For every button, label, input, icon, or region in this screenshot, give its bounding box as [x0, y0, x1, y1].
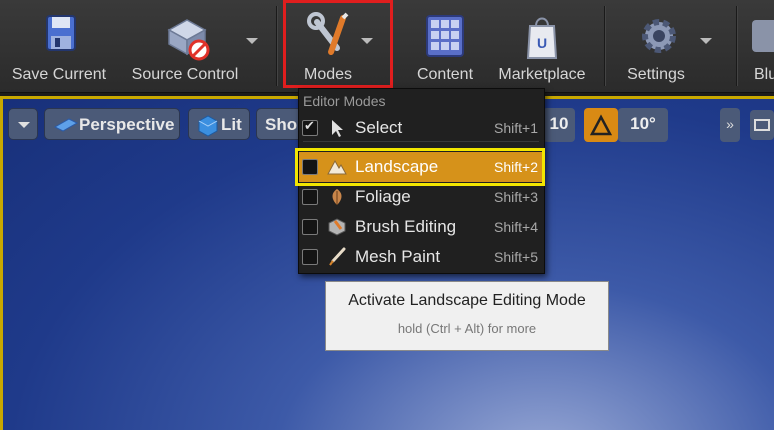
source-control-label: Source Control — [131, 66, 239, 83]
paintbrush-icon — [329, 247, 346, 266]
tooltip-subtitle: hold (Ctrl + Alt) for more — [397, 321, 537, 336]
main-toolbar: Save Current Source Control Modes Conten… — [0, 0, 774, 93]
cursor-icon — [332, 120, 343, 137]
show-button[interactable]: Sho — [256, 108, 304, 140]
blueprints-button[interactable]: Blu — [744, 0, 774, 90]
chevron-down-icon — [18, 122, 30, 128]
menu-item-label: Brush Editing — [355, 217, 457, 236]
menu-item-foliage[interactable]: Foliage Shift+3 — [299, 182, 544, 212]
source-control-icon — [167, 19, 210, 61]
menu-header: Editor Modes — [303, 93, 386, 109]
maximize-icon — [754, 119, 770, 131]
angle-icon — [589, 114, 613, 136]
content-grid-icon — [426, 15, 464, 57]
source-control-button[interactable]: Source Control — [124, 0, 246, 90]
menu-item-mesh-paint[interactable]: Mesh Paint Shift+5 — [299, 242, 544, 272]
landscape-tooltip: Activate Landscape Editing Mode hold (Ct… — [325, 281, 609, 351]
content-label: Content — [416, 66, 474, 83]
blueprint-icon — [752, 20, 774, 52]
more-options-button[interactable]: » — [720, 108, 740, 142]
perspective-icon — [53, 118, 79, 132]
perspective-label: Perspective — [79, 115, 175, 134]
menu-item-shortcut: Shift+1 — [494, 120, 538, 136]
toolbar-separator — [604, 6, 605, 86]
blueprints-label: Blu — [754, 66, 774, 83]
landscape-yellow-callout — [295, 148, 545, 186]
perspective-button[interactable]: Perspective — [44, 108, 180, 140]
checkbox[interactable] — [302, 219, 318, 235]
show-label: Sho — [265, 115, 298, 134]
lit-label: Lit — [221, 115, 242, 134]
svg-text:U: U — [537, 35, 547, 51]
shopping-bag-icon: U — [526, 17, 558, 59]
menu-item-label: Select — [355, 118, 403, 137]
menu-item-label: Foliage — [355, 187, 411, 206]
checkbox[interactable] — [302, 249, 318, 265]
source-control-dropdown-caret[interactable] — [246, 38, 258, 44]
content-button[interactable]: Content — [408, 0, 482, 90]
maximize-viewport-button[interactable] — [750, 110, 774, 140]
checkbox[interactable] — [302, 118, 318, 136]
checkbox[interactable] — [302, 189, 318, 205]
rotation-snap-toggle[interactable] — [584, 108, 618, 142]
gear-icon — [641, 19, 676, 53]
modes-red-callout — [283, 0, 393, 88]
menu-divider — [303, 141, 539, 142]
menu-item-label: Mesh Paint — [355, 247, 441, 266]
floppy-disk-icon — [46, 15, 76, 51]
menu-item-select[interactable]: Select Shift+1 — [299, 113, 544, 143]
lit-sphere-icon — [198, 115, 218, 137]
settings-label: Settings — [627, 66, 685, 83]
menu-item-shortcut: Shift+5 — [494, 249, 538, 265]
brush-cube-icon — [328, 218, 346, 236]
toolbar-separator — [276, 6, 277, 86]
lit-view-mode-button[interactable]: Lit — [188, 108, 250, 140]
rotation-snap-value[interactable]: 10° — [618, 108, 668, 142]
toolbar-separator — [736, 6, 737, 86]
settings-button[interactable]: Settings — [620, 0, 712, 90]
grid-snap-value[interactable]: 10 — [543, 108, 575, 142]
menu-item-shortcut: Shift+4 — [494, 219, 538, 235]
save-current-label: Save Current — [11, 66, 107, 83]
marketplace-button[interactable]: U Marketplace — [490, 0, 594, 90]
save-current-button[interactable]: Save Current — [0, 0, 118, 90]
menu-item-shortcut: Shift+3 — [494, 189, 538, 205]
viewport-options-button[interactable] — [8, 108, 38, 140]
leaf-icon — [332, 189, 342, 205]
tooltip-title: Activate Landscape Editing Mode — [348, 292, 586, 309]
marketplace-label: Marketplace — [498, 66, 586, 83]
settings-dropdown-caret — [700, 38, 712, 44]
menu-item-brush-editing[interactable]: Brush Editing Shift+4 — [299, 212, 544, 242]
